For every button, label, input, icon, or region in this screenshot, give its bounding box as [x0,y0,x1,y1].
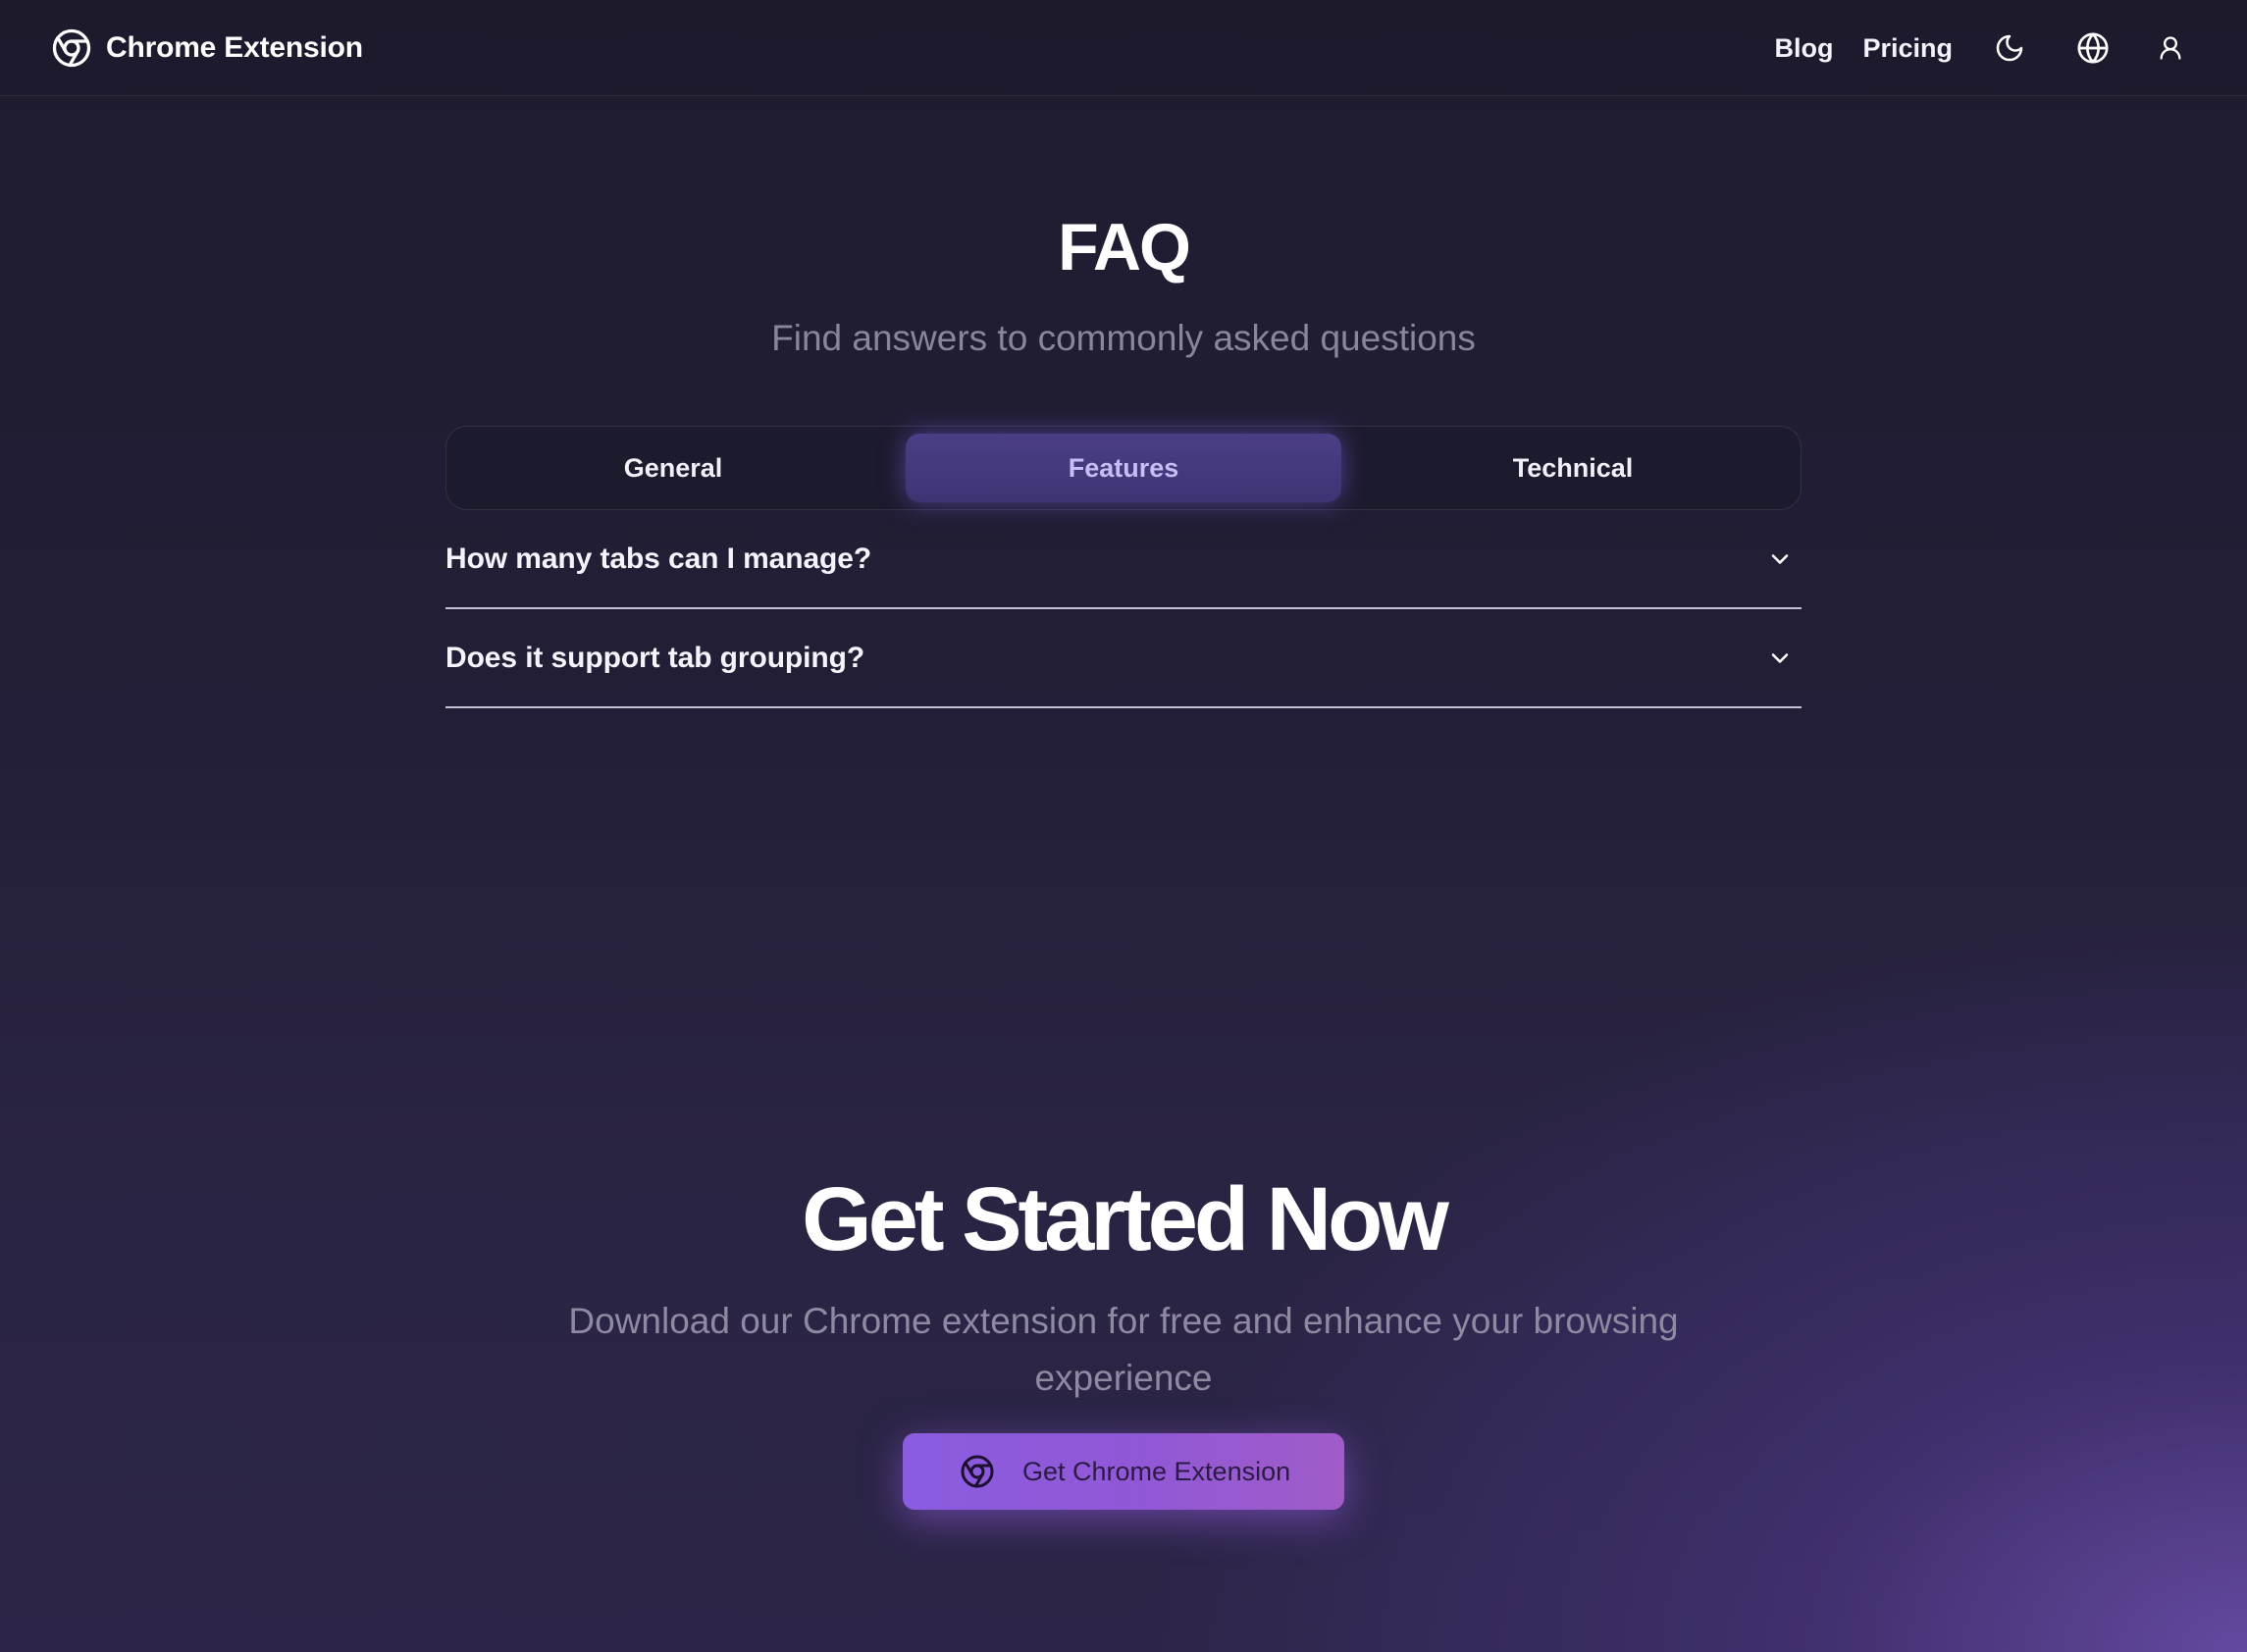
globe-icon [2077,32,2109,64]
tab-general[interactable]: General [455,434,891,502]
tab-technical[interactable]: Technical [1355,434,1791,502]
account-button[interactable] [2149,26,2192,70]
nav-menu: Blog Pricing [1774,24,2192,73]
nav-link-pricing[interactable]: Pricing [1862,33,1953,64]
chrome-logo-icon [961,1455,994,1488]
faq-question: Does it support tab grouping? [445,641,865,674]
faq-category-tabs: General Features Technical [445,426,1802,510]
brand-logo-link[interactable]: Chrome Extension [51,26,363,70]
user-icon [2160,36,2181,60]
moon-icon [1996,34,2023,62]
language-button[interactable] [2071,26,2115,70]
faq-question: How many tabs can I manage? [445,542,872,575]
chrome-logo-icon [52,28,91,68]
tab-features[interactable]: Features [906,434,1341,502]
top-navbar: Chrome Extension Blog Pricing [0,0,2247,96]
theme-toggle-button[interactable] [1988,26,2031,70]
chevron-down-icon [1771,553,1789,564]
chevron-down-icon [1771,652,1789,663]
get-chrome-extension-button[interactable]: Get Chrome Extension [903,1433,1344,1510]
faq-item[interactable]: Does it support tab grouping? [445,609,1802,708]
cta-button-label: Get Chrome Extension [1022,1456,1291,1486]
faq-title: FAQ [1058,210,1191,284]
nav-link-blog[interactable]: Blog [1774,33,1833,64]
brand-name: Chrome Extension [106,31,363,64]
faq-accordion: How many tabs can I manage? Does it supp… [445,510,1802,708]
faq-subtitle: Find answers to commonly asked questions [771,318,1476,358]
cta-title: Get Started Now [802,1169,1449,1269]
faq-item[interactable]: How many tabs can I manage? [445,510,1802,609]
cta-subtitle: Download our Chrome extension for free a… [568,1301,1679,1398]
